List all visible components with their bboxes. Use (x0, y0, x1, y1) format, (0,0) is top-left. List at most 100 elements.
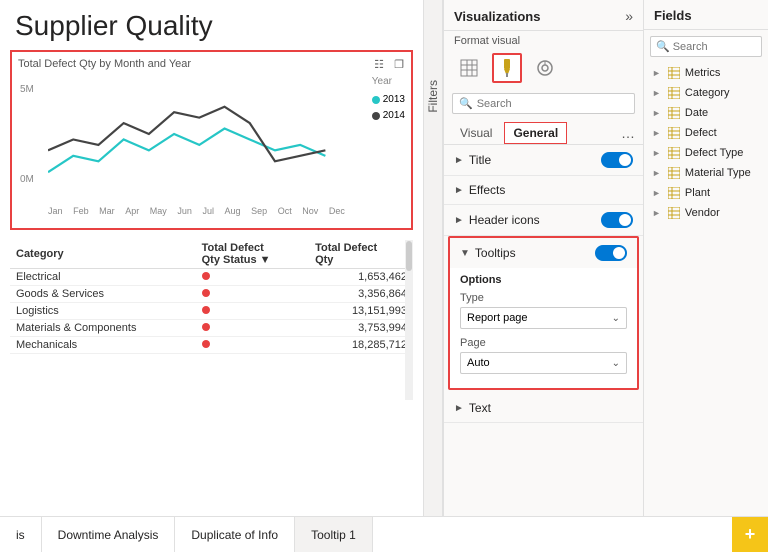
table-visual: Category Total DefectQty Status ▼ Total … (10, 240, 413, 400)
section-title: ► Title (444, 145, 643, 176)
tab-more-icon[interactable]: … (621, 125, 635, 141)
field-label-date: Date (685, 107, 708, 119)
field-table-icon (667, 166, 681, 180)
toggle-knob (619, 154, 631, 166)
field-item-metrics[interactable]: ► Metrics (644, 63, 768, 83)
col-category: Category (10, 240, 196, 269)
paint-icon-btn[interactable] (492, 53, 522, 83)
status-dot (202, 323, 210, 331)
table-row: Goods & Services 3,356,864 (10, 286, 413, 303)
fields-list: ► Metrics ► Category ► Date (644, 61, 768, 516)
table-row: Electrical 1,653,462 (10, 269, 413, 286)
page-label: Page (460, 337, 627, 349)
chart-legend: Year 2013 2014 (372, 74, 405, 124)
filter-icon[interactable]: ☷ (371, 56, 387, 72)
fields-search-box[interactable]: 🔍 (650, 36, 762, 57)
paint-brush-icon (497, 58, 517, 78)
chart-area: 5M 0M Year 2013 2014 (18, 74, 405, 204)
y-label-0m: 0M (20, 174, 34, 185)
field-item-defect-type[interactable]: ► Defect Type (644, 143, 768, 163)
filters-sidebar[interactable]: Filters (423, 0, 443, 516)
section-text: ► Text (444, 394, 643, 423)
fields-search-input[interactable] (673, 41, 756, 53)
tab-downtime-analysis[interactable]: Downtime Analysis (42, 517, 176, 552)
header-icons-toggle[interactable] (601, 212, 633, 228)
tab-tooltip-1[interactable]: Tooltip 1 (295, 517, 373, 552)
field-label-category: Category (685, 87, 730, 99)
viz-icons-row (444, 49, 643, 89)
section-tooltips: ▼ Tooltips Options Type Report page ⌄ Pa… (448, 236, 639, 390)
field-item-plant[interactable]: ► Plant (644, 183, 768, 203)
viz-panel-header: Visualizations » (444, 0, 643, 31)
visualizations-panel: Visualizations » Format visual (443, 0, 643, 516)
field-item-material-type[interactable]: ► Material Type (644, 163, 768, 183)
fields-search-icon: 🔍 (656, 40, 670, 53)
report-title: Supplier Quality (10, 10, 413, 42)
field-item-category[interactable]: ► Category (644, 83, 768, 103)
table-row: Materials & Components 3,753,994 (10, 320, 413, 337)
field-chevron-icon: ► (652, 68, 661, 78)
chevron-down-icon: ▼ (460, 248, 470, 259)
field-table-icon (667, 66, 681, 80)
chart-visual[interactable]: ☷ ❐ Total Defect Qty by Month and Year 5… (10, 50, 413, 230)
add-tab-button[interactable]: + (732, 517, 768, 552)
field-label-defect: Defect (685, 127, 717, 139)
section-tooltips-header[interactable]: ▼ Tooltips (450, 238, 637, 268)
section-header-icons-header[interactable]: ► Header icons (444, 205, 643, 235)
tab-visual[interactable]: Visual (452, 123, 500, 143)
viz-search-input[interactable] (477, 98, 628, 110)
field-item-date[interactable]: ► Date (644, 103, 768, 123)
dropdown-chevron-icon: ⌄ (612, 358, 620, 369)
page-dropdown[interactable]: Auto ⌄ (460, 352, 627, 374)
filters-label[interactable]: Filters (426, 80, 440, 113)
tooltips-toggle[interactable] (595, 245, 627, 261)
format-sections: ► Title ► Effects (444, 145, 643, 516)
chevron-right-icon: ► (454, 403, 464, 414)
section-text-label: Text (469, 401, 491, 415)
field-table-icon (667, 126, 681, 140)
field-table-icon (667, 86, 681, 100)
data-table: Category Total DefectQty Status ▼ Total … (10, 240, 413, 354)
col-qty: Total DefectQty (309, 240, 413, 269)
col-qty-status[interactable]: Total DefectQty Status ▼ (196, 240, 309, 269)
field-chevron-icon: ► (652, 88, 661, 98)
section-text-header[interactable]: ► Text (444, 394, 643, 422)
table-icon-btn[interactable] (454, 53, 484, 83)
tab-duplicate-of-info[interactable]: Duplicate of Info (175, 517, 295, 552)
bottom-tabs-bar: is Downtime Analysis Duplicate of Info T… (0, 516, 768, 552)
row-qty: 3,356,864 (309, 286, 413, 303)
type-dropdown[interactable]: Report page ⌄ (460, 307, 627, 329)
tab-is[interactable]: is (0, 517, 42, 552)
chevron-right-icon: ► (454, 215, 464, 226)
chevron-right-icon: ► (454, 185, 464, 196)
type-dropdown-value: Report page (467, 312, 528, 324)
search-icon: 🔍 (459, 97, 473, 110)
chart-svg (48, 74, 355, 194)
status-dot (202, 306, 210, 314)
chevron-right-icon: ► (454, 155, 464, 166)
table-row: Mechanicals 18,285,712 (10, 337, 413, 354)
title-toggle[interactable] (601, 152, 633, 168)
options-label: Options (460, 274, 627, 286)
field-table-icon (667, 206, 681, 220)
row-category: Electrical (10, 269, 196, 286)
scrollbar-thumb[interactable] (406, 241, 412, 271)
expand-icon[interactable]: ❐ (391, 56, 407, 72)
tab-general[interactable]: General (504, 122, 567, 144)
scrollbar[interactable] (405, 240, 413, 400)
section-effects: ► Effects (444, 176, 643, 205)
row-category: Mechanicals (10, 337, 196, 354)
field-item-defect[interactable]: ► Defect (644, 123, 768, 143)
section-effects-header[interactable]: ► Effects (444, 176, 643, 204)
field-chevron-icon: ► (652, 188, 661, 198)
section-tooltips-label: Tooltips (475, 246, 516, 260)
analytics-icon-btn[interactable] (530, 53, 560, 83)
status-dot (202, 340, 210, 348)
status-dot (202, 289, 210, 297)
section-title-header[interactable]: ► Title (444, 145, 643, 175)
field-item-vendor[interactable]: ► Vendor (644, 203, 768, 223)
page-dropdown-value: Auto (467, 357, 490, 369)
viz-search-box[interactable]: 🔍 (452, 93, 635, 114)
field-label-defect-type: Defect Type (685, 147, 744, 159)
expand-panel-icon[interactable]: » (625, 8, 633, 24)
